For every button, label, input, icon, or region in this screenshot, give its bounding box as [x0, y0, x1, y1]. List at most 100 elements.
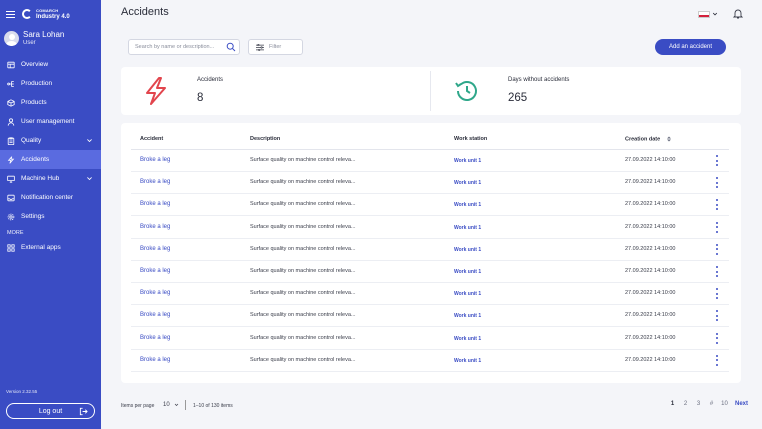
sort-icon[interactable]	[666, 136, 672, 142]
filter-icon	[256, 43, 264, 51]
creation-date-cell: 27.09.2022 14:10:00	[625, 312, 676, 319]
clipboard-icon	[7, 136, 15, 145]
sidebar-item-settings[interactable]: Settings	[0, 207, 101, 226]
accident-link[interactable]: Broke a leg	[140, 335, 170, 341]
description-cell: Surface quality on machine control relev…	[250, 245, 356, 252]
accident-link[interactable]: Broke a leg	[140, 224, 170, 230]
work-station-link[interactable]: Work unit 1	[454, 202, 481, 208]
filter-label: Filter	[269, 44, 282, 50]
accident-stat-icon	[146, 77, 166, 105]
main-content: Accidents Filter Add an accident Acciden…	[101, 0, 762, 429]
sidebar-item-production[interactable]: Production	[0, 74, 101, 93]
bell-icon[interactable]	[733, 8, 743, 19]
chevron-down-icon	[174, 403, 178, 406]
chevron-down-icon[interactable]	[712, 11, 718, 17]
sidebar-item-label: Production	[21, 80, 53, 87]
table-row[interactable]: Broke a leg Surface quality on machine co…	[131, 217, 729, 239]
work-station-link[interactable]: Work unit 1	[454, 291, 481, 297]
sidebar-item-accidents[interactable]: Accidents	[0, 150, 101, 169]
more-actions-icon[interactable]	[715, 243, 719, 255]
table-row[interactable]: Broke a leg Surface quality on machine co…	[131, 239, 729, 261]
more-actions-icon[interactable]	[715, 155, 719, 166]
table-row[interactable]: Broke a leg Surface quality on machine co…	[131, 305, 729, 328]
column-header-label: Creation date	[625, 136, 661, 143]
page-button-2[interactable]: 2	[679, 401, 692, 407]
work-station-link[interactable]: Work unit 1	[454, 269, 481, 275]
page-button-1[interactable]: 1	[666, 401, 679, 407]
creation-date-cell: 27.09.2022 14:10:00	[625, 179, 676, 186]
table-row[interactable]: Broke a leg Surface quality on machine co…	[131, 328, 729, 350]
logout-button[interactable]: Log out	[6, 403, 95, 419]
page-button-3[interactable]: 3	[692, 401, 705, 407]
chevron-down-icon[interactable]	[86, 175, 93, 182]
more-actions-icon[interactable]	[715, 199, 719, 211]
items-range: 1–10 of 130 items	[193, 403, 233, 409]
language-flag-icon[interactable]	[698, 11, 710, 18]
sidebar-item-overview[interactable]: Overview	[0, 55, 101, 74]
sidebar-item-label: User management	[21, 118, 75, 125]
pager: 1 2 3 # 10 Next	[666, 401, 748, 407]
divider	[185, 400, 186, 410]
user-profile[interactable]: Sara Lohan User	[0, 28, 101, 52]
logout-icon	[79, 407, 88, 416]
sidebar-item-label: Settings	[21, 213, 45, 220]
accident-link[interactable]: Broke a leg	[140, 357, 170, 363]
sidebar-item-notification-center[interactable]: Notification center	[0, 188, 101, 207]
sidebar-item-machine-hub[interactable]: Machine Hub	[0, 169, 101, 188]
creation-date-cell: 27.09.2022 14:10:00	[625, 290, 676, 297]
table-row[interactable]: Broke a leg Surface quality on machine co…	[131, 261, 729, 283]
more-actions-icon[interactable]	[715, 177, 719, 189]
search-icon[interactable]	[226, 42, 236, 52]
chevron-down-icon[interactable]	[86, 137, 93, 144]
filter-button[interactable]: Filter	[248, 39, 303, 55]
sidebar: COMARCH Industry 4.0 Sara Lohan User Ove…	[0, 0, 101, 429]
page-button-10[interactable]: 10	[718, 401, 731, 407]
description-cell: Surface quality on machine control relev…	[250, 312, 356, 319]
work-station-link[interactable]: Work unit 1	[454, 336, 481, 342]
table-row[interactable]: Broke a leg Surface quality on machine co…	[131, 283, 729, 306]
page-ellipsis[interactable]: #	[705, 401, 718, 407]
more-actions-icon[interactable]	[715, 332, 719, 344]
menu-icon[interactable]	[6, 10, 15, 18]
box-icon	[7, 98, 15, 107]
sidebar-item-products[interactable]: Products	[0, 93, 101, 112]
table-row[interactable]: Broke a leg Surface quality on machine co…	[131, 194, 729, 217]
search-box[interactable]	[128, 39, 240, 55]
table-row[interactable]: Broke a leg Surface quality on machine co…	[131, 350, 729, 372]
column-header-creation-date[interactable]: Creation date	[625, 136, 672, 142]
sidebar-item-user-management[interactable]: User management	[0, 112, 101, 131]
accident-link[interactable]: Broke a leg	[140, 312, 170, 318]
more-actions-icon[interactable]	[715, 310, 719, 322]
accident-link[interactable]: Broke a leg	[140, 268, 170, 274]
work-station-link[interactable]: Work unit 1	[454, 313, 481, 319]
accidents-table: Accident Description Work station Creati…	[121, 123, 741, 383]
work-station-link[interactable]: Work unit 1	[454, 158, 481, 164]
more-actions-icon[interactable]	[715, 288, 719, 300]
accident-link[interactable]: Broke a leg	[140, 179, 170, 185]
work-station-link[interactable]: Work unit 1	[454, 247, 481, 253]
next-page-button[interactable]: Next	[735, 401, 748, 407]
sidebar-item-quality[interactable]: Quality	[0, 131, 101, 150]
logo[interactable]: COMARCH Industry 4.0	[22, 8, 70, 20]
creation-date-cell: 27.09.2022 14:10:00	[625, 334, 676, 341]
logo-icon	[22, 9, 32, 19]
sidebar-item-external-apps[interactable]: External apps	[0, 238, 101, 257]
accident-link[interactable]: Broke a leg	[140, 201, 170, 207]
more-actions-icon[interactable]	[715, 266, 719, 277]
user-role: User	[23, 39, 36, 46]
items-per-page-select[interactable]: 10	[160, 400, 182, 410]
table-row[interactable]: Broke a leg Surface quality on machine co…	[131, 172, 729, 195]
work-station-link[interactable]: Work unit 1	[454, 358, 481, 364]
work-station-link[interactable]: Work unit 1	[454, 180, 481, 186]
sidebar-item-label: External apps	[21, 244, 61, 251]
accident-link[interactable]: Broke a leg	[140, 157, 170, 163]
accident-link[interactable]: Broke a leg	[140, 246, 170, 252]
search-input[interactable]	[135, 44, 223, 50]
work-station-link[interactable]: Work unit 1	[454, 225, 481, 231]
more-actions-icon[interactable]	[715, 354, 719, 366]
description-cell: Surface quality on machine control relev…	[250, 157, 356, 163]
add-accident-button[interactable]: Add an accident	[655, 39, 726, 55]
table-row[interactable]: Broke a leg Surface quality on machine co…	[131, 150, 729, 172]
more-actions-icon[interactable]	[715, 221, 719, 233]
accident-link[interactable]: Broke a leg	[140, 290, 170, 296]
